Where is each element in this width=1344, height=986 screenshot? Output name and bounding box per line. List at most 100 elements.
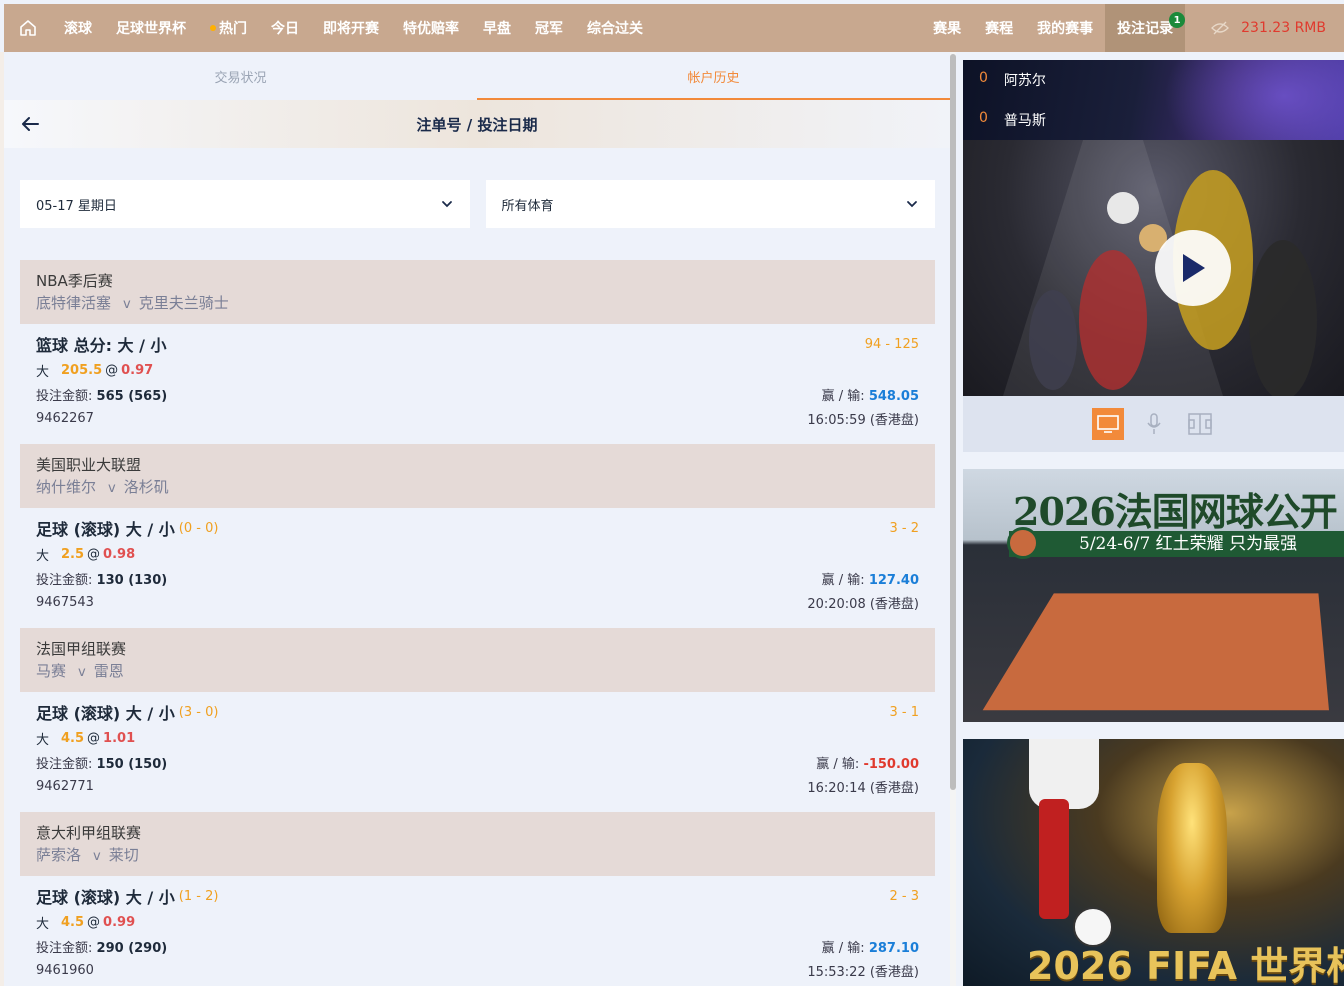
handicap-line: 2.5 <box>61 546 85 562</box>
nav-bet-history[interactable]: 投注记录 1 <box>1105 4 1186 52</box>
promo1-subtitle: 5/24-6/7 红土荣耀 只为最强 <box>1009 531 1344 557</box>
bet-time: 20:20:08 (香港盘) <box>807 596 919 612</box>
bet-time: 16:05:59 (香港盘) <box>807 412 919 428</box>
bet-amount: 290 (290) <box>96 940 168 956</box>
chevron-down-icon <box>907 201 917 208</box>
away-score: 0 <box>979 110 988 126</box>
nav-my-matches[interactable]: 我的赛事 <box>1025 4 1105 52</box>
bet-card: 美国职业大联盟 纳什维尔 v 洛杉矶 足球 (滚球) 大 / 小 (0 - 0) 3 -… <box>20 444 935 628</box>
league-name: NBA季后赛 <box>36 272 113 290</box>
audio-button[interactable] <box>1138 408 1170 440</box>
bet-card-body: 足球 (滚球) 大 / 小 (1 - 2) 2 - 3 大 4.5 @0.99 投注金额… <box>20 876 935 986</box>
chevron-down-icon <box>441 201 452 208</box>
date-select[interactable]: 05-17 星期日 <box>20 180 470 228</box>
bet-card-header: 法国甲组联赛 马赛 v 雷恩 <box>20 628 935 692</box>
league-name: 意大利甲组联赛 <box>36 824 142 842</box>
selection: 大 <box>36 364 50 380</box>
live-match-banner[interactable]: 0 阿苏尔 0 普马斯 <box>963 60 1344 140</box>
nav-today[interactable]: 今日 <box>259 4 311 52</box>
winloss-label: 赢 / 输: <box>821 572 865 588</box>
main-panel: 交易状况 帐户历史 注单号 / 投注日期 05-17 星期日 所有体育 NBA季… <box>4 52 950 986</box>
tabs: 交易状况 帐户历史 <box>4 52 950 100</box>
home-button[interactable] <box>4 4 52 52</box>
roland-garros-logo <box>1007 527 1039 559</box>
video-toolbar <box>963 396 1344 452</box>
nav-parlay[interactable]: 综合过关 <box>575 4 655 52</box>
vs-label: v <box>93 849 101 864</box>
bet-type-label: 足球 (滚球) 大 / 小 <box>36 888 175 907</box>
nav-worldcup[interactable]: 足球世界杯 <box>104 4 198 52</box>
bet-card-body: 足球 (滚球) 大 / 小 (0 - 0) 3 - 2 大 2.5 @0.98 投注金额… <box>20 508 935 628</box>
player-leg-illustration <box>1039 799 1069 919</box>
winloss-value: 287.10 <box>868 940 919 956</box>
world-cup-banner[interactable]: 2026 FIFA 世界杯 <box>963 739 1344 986</box>
date-select-value: 05-17 星期日 <box>36 198 117 214</box>
nav-results[interactable]: 赛果 <box>921 4 973 52</box>
tab-account-history[interactable]: 帐户历史 <box>477 52 950 100</box>
final-score: 2 - 3 <box>889 888 920 904</box>
field-view-button[interactable] <box>1184 408 1216 440</box>
tennis-court-illustration <box>982 593 1329 711</box>
promo1-title: 2026法国网球公开 <box>1013 489 1338 534</box>
tab-transactions[interactable]: 交易状况 <box>4 52 477 100</box>
nav-right: 赛果 赛程 我的赛事 投注记录 1 231.23 RMB <box>921 4 1344 52</box>
amount-label: 投注金额: <box>36 756 93 772</box>
nav-upcoming[interactable]: 即将开赛 <box>311 4 391 52</box>
filters: 05-17 星期日 所有体育 <box>20 180 935 228</box>
at-sign: @ <box>87 730 101 746</box>
bet-type-label: 足球 (滚球) 大 / 小 <box>36 704 175 723</box>
bet-amount: 150 (150) <box>96 756 168 772</box>
nav-outright[interactable]: 冠军 <box>523 4 575 52</box>
balance-amount: 231.23 <box>1241 20 1291 36</box>
winloss-label: 赢 / 输: <box>821 388 865 404</box>
selection: 大 <box>36 732 50 748</box>
winloss-value: 127.40 <box>868 572 919 588</box>
bet-type: 足球 (滚球) 大 / 小 (0 - 0) <box>36 514 218 542</box>
back-arrow-icon[interactable] <box>18 112 42 136</box>
balance-currency: RMB <box>1294 20 1326 36</box>
sport-select[interactable]: 所有体育 <box>485 180 935 228</box>
nav-hot[interactable]: 热门 <box>198 4 259 52</box>
nav-early[interactable]: 早盘 <box>471 4 523 52</box>
final-score: 3 - 2 <box>889 520 920 536</box>
bet-type: 篮球 总分: 大 / 小 <box>36 330 171 358</box>
scrollbar-thumb[interactable] <box>950 54 956 790</box>
eye-hidden-icon[interactable] <box>1211 21 1230 35</box>
balance: 231.23 RMB <box>1185 20 1344 36</box>
nav-live[interactable]: 滚球 <box>52 4 104 52</box>
live-score: (3 - 0) <box>178 704 219 720</box>
nav-schedule[interactable]: 赛程 <box>973 4 1025 52</box>
home-team: 底特律活塞 <box>36 294 112 312</box>
scrollbar[interactable] <box>950 52 956 986</box>
bet-time: 15:53:22 (香港盘) <box>807 964 919 980</box>
nav-bet-history-label: 投注记录 <box>1117 21 1174 37</box>
bet-type: 足球 (滚球) 大 / 小 (3 - 0) <box>36 698 218 726</box>
video-player[interactable] <box>963 140 1344 396</box>
match-teams: 底特律活塞 v 克里夫兰骑士 <box>36 292 919 316</box>
bet-id: 9462267 <box>36 410 94 426</box>
bet-type: 足球 (滚球) 大 / 小 (1 - 2) <box>36 882 218 910</box>
bet-card-body: 足球 (滚球) 大 / 小 (3 - 0) 3 - 1 大 4.5 @1.01 投注金额… <box>20 692 935 812</box>
match-teams: 萨索洛 v 莱切 <box>36 844 919 868</box>
final-score: 3 - 1 <box>889 704 920 720</box>
handicap-line: 4.5 <box>61 914 85 930</box>
amount-label: 投注金额: <box>36 940 93 956</box>
bet-id: 9462771 <box>36 778 94 794</box>
home-team: 马赛 <box>36 662 67 680</box>
bet-id: 9467543 <box>36 594 94 610</box>
play-button[interactable] <box>1155 230 1231 306</box>
bet-id: 9461960 <box>36 962 94 978</box>
top-nav: 滚球 足球世界杯 热门 今日 即将开赛 特优赔率 早盘 冠军 综合过关 赛果 赛… <box>4 4 1344 52</box>
home-score: 0 <box>979 70 988 86</box>
athletes-illustration <box>1003 140 1317 396</box>
home-team-line: 0 阿苏尔 <box>979 70 1046 90</box>
tv-button[interactable] <box>1091 408 1124 440</box>
away-team: 雷恩 <box>93 662 124 680</box>
at-sign: @ <box>87 546 101 562</box>
winloss-label: 赢 / 输: <box>816 756 860 772</box>
french-open-banner[interactable]: 2026法国网球公开 5/24-6/7 红土荣耀 只为最强 <box>963 469 1344 722</box>
nav-best-odds[interactable]: 特优赔率 <box>391 4 471 52</box>
tv-icon <box>1096 415 1119 433</box>
bet-time: 16:20:14 (香港盘) <box>807 780 919 796</box>
handicap-line: 205.5 <box>61 362 103 378</box>
